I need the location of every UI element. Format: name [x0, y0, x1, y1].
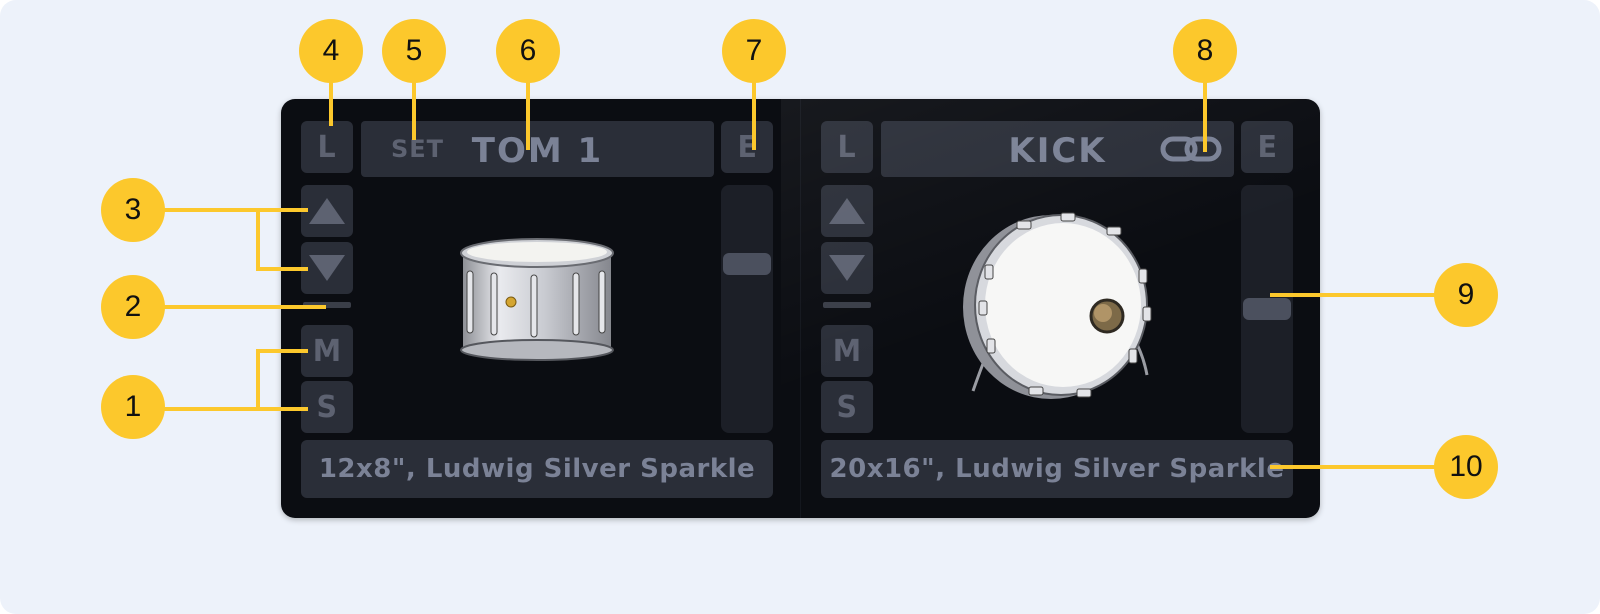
callout-badge-1: 1	[101, 375, 165, 439]
kick-drum-illustration	[963, 212, 1152, 399]
slot-title-bar: KICK	[881, 121, 1234, 177]
next-drum-button[interactable]	[301, 242, 353, 294]
callout-line-10	[1270, 465, 1436, 469]
callout-badge-4: 4	[299, 19, 363, 83]
drum-image-kick	[881, 183, 1234, 433]
drum-description: 20x16", Ludwig Silver Sparkle	[821, 440, 1293, 498]
load-button[interactable]: L	[301, 121, 353, 173]
previous-drum-button[interactable]	[301, 185, 353, 237]
callout-badge-9: 9	[1434, 263, 1498, 327]
mute-button-label: M	[832, 333, 862, 369]
callout-line-2	[164, 305, 326, 309]
callout-line-7	[752, 82, 756, 150]
callout-badge-8: 8	[1173, 19, 1237, 83]
edit-button-label: E	[1257, 129, 1277, 165]
callout-line-3c	[256, 267, 308, 271]
load-button[interactable]: L	[821, 121, 873, 173]
solo-button-label: S	[836, 389, 858, 425]
arrow-up-icon	[309, 198, 345, 224]
callout-line-1	[164, 407, 308, 411]
previous-drum-button[interactable]	[821, 185, 873, 237]
callout-badge-2: 2	[101, 275, 165, 339]
drum-slot-kick: L KICK E M S 20x16", Ludwig Silver Spark…	[801, 99, 1320, 518]
callout-line-9	[1270, 293, 1436, 297]
callout-badge-7: 7	[722, 19, 786, 83]
callout-badge-3: 3	[101, 178, 165, 242]
callout-line-1b	[256, 349, 260, 411]
edit-button[interactable]: E	[721, 121, 773, 173]
drum-kit-panel: L SET TOM 1 E M S 12x8", Ludwig Silver S…	[281, 99, 1320, 518]
mute-button[interactable]: M	[301, 325, 353, 377]
arrow-up-icon	[829, 198, 865, 224]
volume-slider[interactable]	[1241, 185, 1293, 433]
drum-image-tom	[361, 183, 714, 433]
callout-line-3b	[256, 208, 260, 271]
arrow-down-icon	[829, 255, 865, 281]
volume-slider-thumb[interactable]	[1243, 298, 1291, 320]
tom-drum-illustration	[460, 238, 614, 361]
drum-description: 12x8", Ludwig Silver Sparkle	[301, 440, 773, 498]
activity-meter	[823, 302, 871, 308]
volume-slider-thumb[interactable]	[723, 253, 771, 275]
callout-line-1c	[256, 349, 308, 353]
callout-line-8	[1203, 82, 1207, 152]
load-button-label: L	[837, 129, 857, 165]
volume-slider[interactable]	[721, 185, 773, 433]
solo-button[interactable]: S	[301, 381, 353, 433]
solo-button-label: S	[316, 389, 338, 425]
callout-line-5	[412, 82, 416, 140]
arrow-down-icon	[309, 255, 345, 281]
mute-button-label: M	[312, 333, 342, 369]
mute-button[interactable]: M	[821, 325, 873, 377]
link-icon[interactable]	[1160, 135, 1222, 163]
load-button-label: L	[317, 129, 337, 165]
edit-button[interactable]: E	[1241, 121, 1293, 173]
callout-badge-5: 5	[382, 19, 446, 83]
solo-button[interactable]: S	[821, 381, 873, 433]
callout-line-4	[329, 82, 333, 126]
next-drum-button[interactable]	[821, 242, 873, 294]
drum-slot-tom-1: L SET TOM 1 E M S 12x8", Ludwig Silver S…	[281, 99, 800, 518]
callout-badge-6: 6	[496, 19, 560, 83]
callout-line-6	[526, 82, 530, 150]
callout-badge-10: 10	[1434, 435, 1498, 499]
callout-line-3	[164, 208, 308, 212]
